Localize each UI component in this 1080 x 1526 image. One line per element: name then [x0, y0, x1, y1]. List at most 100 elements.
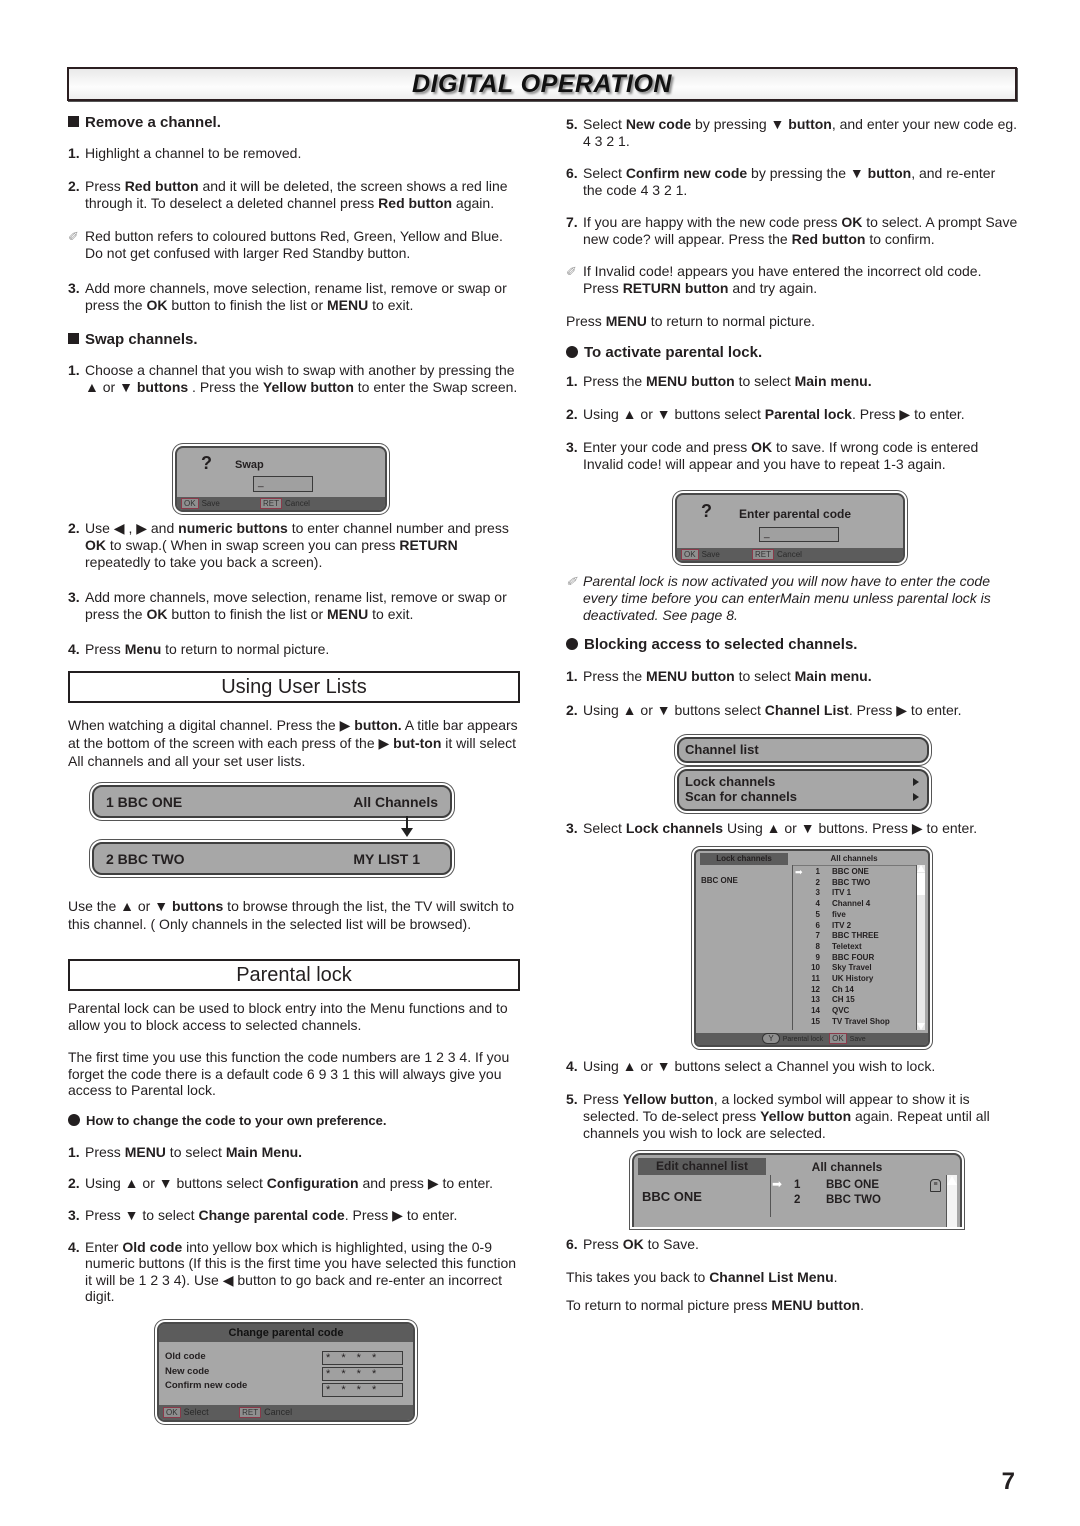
cancel-label: Cancel [285, 499, 310, 508]
blocking-step-4: 4. Using ▲ or ▼ buttons select a Channel … [566, 1058, 936, 1074]
pane-divider [792, 865, 793, 1030]
channel-name: BBC TWO [832, 877, 871, 887]
confirm-code-label: Confirm new code [165, 1380, 248, 1391]
change-step-7: 7. If you are happy with the new code pre… [566, 214, 1018, 247]
current-channel: BBC ONE [701, 876, 738, 885]
lock-channels-tab[interactable]: Lock channels [700, 853, 788, 865]
save-label: Save [201, 499, 220, 508]
parental-code-input[interactable]: _ [759, 527, 839, 542]
edit-channel-list-screen: Edit channel list All channels BBC ONE ➡… [632, 1153, 962, 1227]
menu-item-scan-channels[interactable]: Scan for channels [685, 789, 919, 804]
activate-step-3: 3. Enter your code and press OK to save. … [566, 439, 979, 472]
parental-intro-2: The first time you use this function the… [68, 1049, 510, 1098]
bar-channel: 1 BBC ONE [106, 794, 183, 810]
new-code-label: New code [165, 1365, 210, 1377]
bar-list: All Channels [353, 794, 438, 810]
channel-number: 13 [811, 995, 820, 1005]
yellow-key: Y [762, 1033, 780, 1044]
circle-bullet-icon [68, 1113, 80, 1126]
channel-row[interactable]: 2 BBC TWO [794, 1193, 881, 1208]
final-steps: 6. Press OK to Save. This takes you back … [566, 1236, 1018, 1314]
activate-note: ✐ Parental lock is now activated you will… [566, 573, 991, 623]
user-lists-outro: Use the ▲ or ▼ buttons to browse through… [68, 898, 515, 932]
channel-number: 8 [815, 941, 820, 951]
pencil-note-icon: ✐ [566, 264, 577, 279]
channel-number: 10 [811, 963, 820, 973]
edit-channel-list-tab[interactable]: Edit channel list [638, 1158, 766, 1175]
pencil-note-icon: ✐ [68, 229, 79, 244]
channel-list: 1 BBC ONE 2 BBC TWO 3 ITV 1 4 Channel 4 5 five 6 IT… [796, 867, 914, 1028]
channel-name: QVC [832, 1006, 850, 1016]
bar-list: MY LIST 1 [353, 851, 420, 867]
scroll-down-icon[interactable] [917, 1023, 925, 1030]
swap-title: Swap [235, 459, 264, 471]
remove-step-3: 3. Add more channels, move selection, ren… [68, 280, 507, 313]
channel-row[interactable]: 1 BBC ONE [794, 1178, 881, 1193]
back-to-channel-list: This takes you back to Channel List Menu… [566, 1269, 838, 1285]
activate-note-block: ✐ Parental lock is now activated you will… [566, 573, 1018, 719]
chevron-right-icon [913, 793, 919, 801]
channel-row[interactable]: 6 ITV 2 [796, 921, 914, 932]
scroll-thumb[interactable] [917, 873, 925, 895]
change-code-title: Change parental code [159, 1324, 413, 1342]
enter-code-screen: ? Enter parental code _ OK Save RET Cancel [675, 493, 905, 563]
swap-screen: ? Swap _ OK Save RET Cancel [175, 446, 387, 512]
channel-row[interactable]: 3 ITV 1 [796, 888, 914, 899]
channel-row[interactable]: 4 Channel 4 [796, 899, 914, 910]
channel-row[interactable]: 10 Sky Travel [796, 963, 914, 974]
title-bar-all-channels: 1 BBC ONE All Channels [92, 785, 452, 818]
channel-row[interactable]: 9 BBC FOUR [796, 953, 914, 964]
channel-list-menu: Lock channels Scan for channels [677, 769, 929, 811]
square-bullet-icon [68, 116, 79, 127]
change-step-5: 5. Select New code by pressing ▼ button, … [566, 116, 1018, 149]
scrollbar[interactable] [946, 1175, 957, 1227]
parental-lock-title: Parental lock [68, 959, 520, 991]
channel-row[interactable]: 2 BBC TWO [796, 878, 914, 889]
edit-channel-list: 1 BBC ONE 2 BBC TWO [794, 1178, 881, 1208]
channel-row[interactable]: 1 BBC ONE [796, 867, 914, 878]
channel-row[interactable]: 15 TV Travel Shop [796, 1017, 914, 1028]
channel-row[interactable]: 5 five [796, 910, 914, 921]
swap-steps: 2. Use ◀ , ▶ and numeric buttons to enter… [68, 520, 520, 658]
activate-step-2: 2. Using ▲ or ▼ buttons select Parental l… [566, 406, 965, 422]
change-step-2: 2. Using ▲ or ▼ buttons select Configurat… [68, 1174, 494, 1191]
channel-row[interactable]: 8 Teletext [796, 942, 914, 953]
channel-row[interactable]: 7 BBC THREE [796, 931, 914, 942]
channel-row[interactable]: 11 UK History [796, 974, 914, 985]
remove-step-1: 1. Highlight a channel to be removed. [68, 145, 302, 161]
confirm-code-field[interactable]: * * * * [322, 1383, 403, 1397]
channel-row[interactable]: 14 QVC [796, 1006, 914, 1017]
scroll-up-icon[interactable] [947, 1176, 957, 1185]
cancel-label: Cancel [777, 550, 802, 559]
channel-row[interactable]: 12 Ch 14 [796, 985, 914, 996]
channel-name: ITV 1 [832, 888, 852, 898]
ok-key: OK [681, 549, 699, 560]
menu-item-lock-channels[interactable]: Lock channels [685, 774, 919, 789]
blocking-step-3-block: 3. Select Lock channels Using ▲ or ▼ butt… [566, 820, 1018, 837]
list-top-border [793, 865, 918, 866]
new-code-field[interactable]: * * * * [322, 1367, 403, 1381]
lock-channels-screen: Lock channels All channels BBC ONE ➡ 1 BB… [694, 849, 930, 1047]
ok-key: OK [181, 498, 199, 509]
ok-key: OK [829, 1033, 847, 1044]
ret-key: RET [260, 498, 283, 509]
all-channels-tab[interactable]: All channels [772, 1160, 922, 1174]
channel-row[interactable]: 13 CH 15 [796, 995, 914, 1006]
swap-step-4: 4. Press Menu to return to normal picture… [68, 641, 330, 657]
channel-number: 4 [815, 899, 820, 909]
scrollbar[interactable] [916, 865, 925, 1030]
channel-name: ITV 2 [832, 920, 852, 930]
channel-number: 9 [815, 952, 820, 962]
blocking-step-1: 1. Press the MENU button to select Main m… [566, 668, 872, 684]
cancel-label: Cancel [264, 1407, 293, 1417]
old-code-field[interactable]: * * * * [322, 1351, 403, 1365]
all-channels-tab[interactable]: All channels [794, 854, 914, 863]
scroll-up-icon[interactable] [917, 865, 925, 872]
enter-code-title: Enter parental code [739, 507, 852, 521]
swap-input[interactable]: _ [253, 476, 313, 492]
chevron-right-icon [913, 778, 919, 786]
enter-code-footer: OK Save RET Cancel [677, 548, 903, 561]
pane-divider [770, 1175, 771, 1217]
channel-number: 1 [815, 867, 820, 876]
remove-note: ✐ Red button refers to coloured buttons R… [68, 228, 503, 261]
